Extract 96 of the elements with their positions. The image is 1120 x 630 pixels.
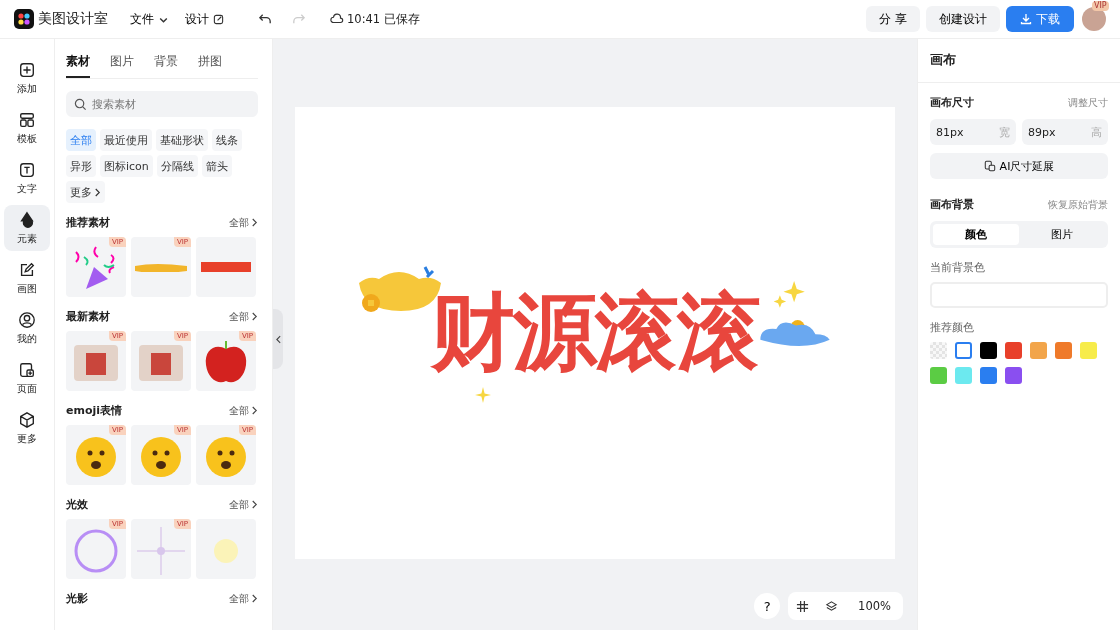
grid-icon[interactable] — [796, 599, 810, 613]
filter-chip[interactable]: 基础形状 — [156, 129, 208, 151]
filter-chip[interactable]: 最近使用 — [100, 129, 152, 151]
view-all-link[interactable]: 全部 — [229, 309, 258, 324]
material-thumbnail[interactable] — [196, 237, 256, 297]
color-swatch[interactable] — [1030, 342, 1047, 359]
app-name: 美图设计室 — [38, 10, 108, 28]
rail-item[interactable]: 画图 — [4, 255, 50, 301]
brush-drawing — [135, 262, 187, 272]
rail-item[interactable]: 页面 — [4, 355, 50, 401]
layers-icon[interactable] — [825, 599, 839, 613]
panel-tab[interactable]: 素材 — [66, 47, 90, 78]
segment-tab[interactable]: 图片 — [1019, 224, 1105, 245]
vip-badge: VIP — [1092, 1, 1109, 11]
filter-chip[interactable]: 异形 — [66, 155, 96, 177]
filter-chip[interactable]: 箭头 — [201, 155, 232, 177]
filter-chip[interactable]: 线条 — [212, 129, 242, 151]
collapse-handle[interactable] — [273, 309, 283, 369]
color-swatch[interactable] — [980, 367, 997, 384]
panel-title: 画布 — [918, 39, 1120, 83]
layout-icon — [18, 110, 36, 129]
background-label: 画布背景 — [930, 197, 974, 212]
text-icon — [18, 160, 36, 179]
section-title: 推荐素材 — [66, 215, 110, 230]
section-title: emoji表情 — [66, 403, 123, 418]
rail-item[interactable]: 添加 — [4, 55, 50, 101]
chevron-right-icon — [251, 594, 258, 603]
header-button[interactable]: 分 享 — [866, 6, 920, 32]
user-icon — [18, 310, 36, 329]
segment-tab[interactable]: 颜色 — [933, 224, 1019, 245]
color-swatch[interactable] — [955, 367, 972, 384]
height-field[interactable]: 89px 高 — [1022, 119, 1108, 145]
bar-drawing — [200, 262, 252, 272]
canvas-headline[interactable]: 财源滚滚 — [431, 276, 759, 390]
download-icon — [1020, 13, 1032, 25]
zoom-level[interactable]: 100% — [854, 599, 895, 613]
transparent-swatch[interactable] — [930, 342, 947, 359]
shapes-icon — [18, 210, 36, 229]
filter-chip[interactable]: 更多 — [66, 181, 105, 203]
material-thumbnail[interactable] — [196, 519, 256, 579]
color-swatch[interactable] — [1005, 342, 1022, 359]
rail-item[interactable]: 文字 — [4, 155, 50, 201]
chevron-left-icon — [275, 334, 281, 344]
section-title: 光影 — [66, 591, 88, 606]
menu-button[interactable]: 文件 — [130, 10, 169, 28]
chevron-right-icon — [251, 500, 258, 509]
reset-background-link[interactable]: 恢复原始背景 — [1048, 197, 1108, 212]
view-all-link[interactable]: 全部 — [229, 215, 258, 230]
color-swatch[interactable] — [930, 367, 947, 384]
pen-icon — [18, 260, 36, 279]
search-field[interactable]: 搜索素材 — [66, 91, 258, 117]
width-field[interactable]: 81px 宽 — [930, 119, 1016, 145]
panel-tab[interactable]: 拼图 — [198, 47, 222, 78]
panel-tab[interactable]: 图片 — [110, 47, 134, 78]
size-label: 画布尺寸 — [930, 95, 974, 110]
chevron-right-icon — [251, 312, 258, 321]
sparkle-icon — [475, 387, 491, 403]
save-status: 10:41 已保存 — [347, 11, 420, 27]
recommended-colors-label: 推荐颜色 — [930, 320, 975, 335]
ai-expand-button[interactable]: AI尺寸延展 — [930, 153, 1108, 179]
view-all-link[interactable]: 全部 — [229, 403, 258, 418]
chevron-right-icon — [94, 187, 101, 197]
cloud-icon — [330, 13, 344, 25]
menu-button[interactable]: 设计 — [185, 10, 224, 28]
filter-chip[interactable]: 分隔线 — [156, 155, 198, 177]
rail-item[interactable]: 元素 — [4, 205, 50, 251]
color-swatch[interactable] — [980, 342, 997, 359]
rail-item[interactable]: 更多 — [4, 405, 50, 451]
view-all-link[interactable]: 全部 — [229, 591, 258, 606]
panel-tab[interactable]: 背景 — [154, 47, 178, 78]
canvas-board[interactable]: 财源滚滚 — [295, 107, 895, 559]
header-button[interactable]: 创建设计 — [926, 6, 1000, 32]
cube-icon — [18, 410, 36, 429]
help-button[interactable]: ? — [754, 593, 781, 619]
resize-icon — [983, 160, 996, 172]
plus-icon — [18, 60, 36, 79]
chevron-right-icon — [251, 406, 258, 415]
filter-chip[interactable]: 图标icon — [100, 155, 153, 177]
section-title: 最新素材 — [66, 309, 110, 324]
color-swatch[interactable] — [955, 342, 972, 359]
color-swatch[interactable] — [1080, 342, 1097, 359]
app-logo-icon — [14, 9, 34, 29]
current-color-label: 当前背景色 — [930, 260, 986, 275]
view-all-link[interactable]: 全部 — [229, 497, 258, 512]
chevron-right-icon — [251, 218, 258, 227]
edit-icon — [213, 13, 224, 25]
section-title: 光效 — [66, 497, 88, 512]
avatar[interactable] — [1082, 7, 1106, 31]
page-icon — [18, 360, 36, 379]
color-swatch[interactable] — [1055, 342, 1072, 359]
rail-item[interactable]: 我的 — [4, 305, 50, 351]
download-button[interactable]: 下载 — [1006, 6, 1074, 32]
rail-item[interactable]: 模板 — [4, 105, 50, 151]
filter-chip[interactable]: 全部 — [66, 129, 96, 151]
resize-link[interactable]: 调整尺寸 — [1068, 95, 1108, 110]
color-swatch[interactable] — [1005, 367, 1022, 384]
